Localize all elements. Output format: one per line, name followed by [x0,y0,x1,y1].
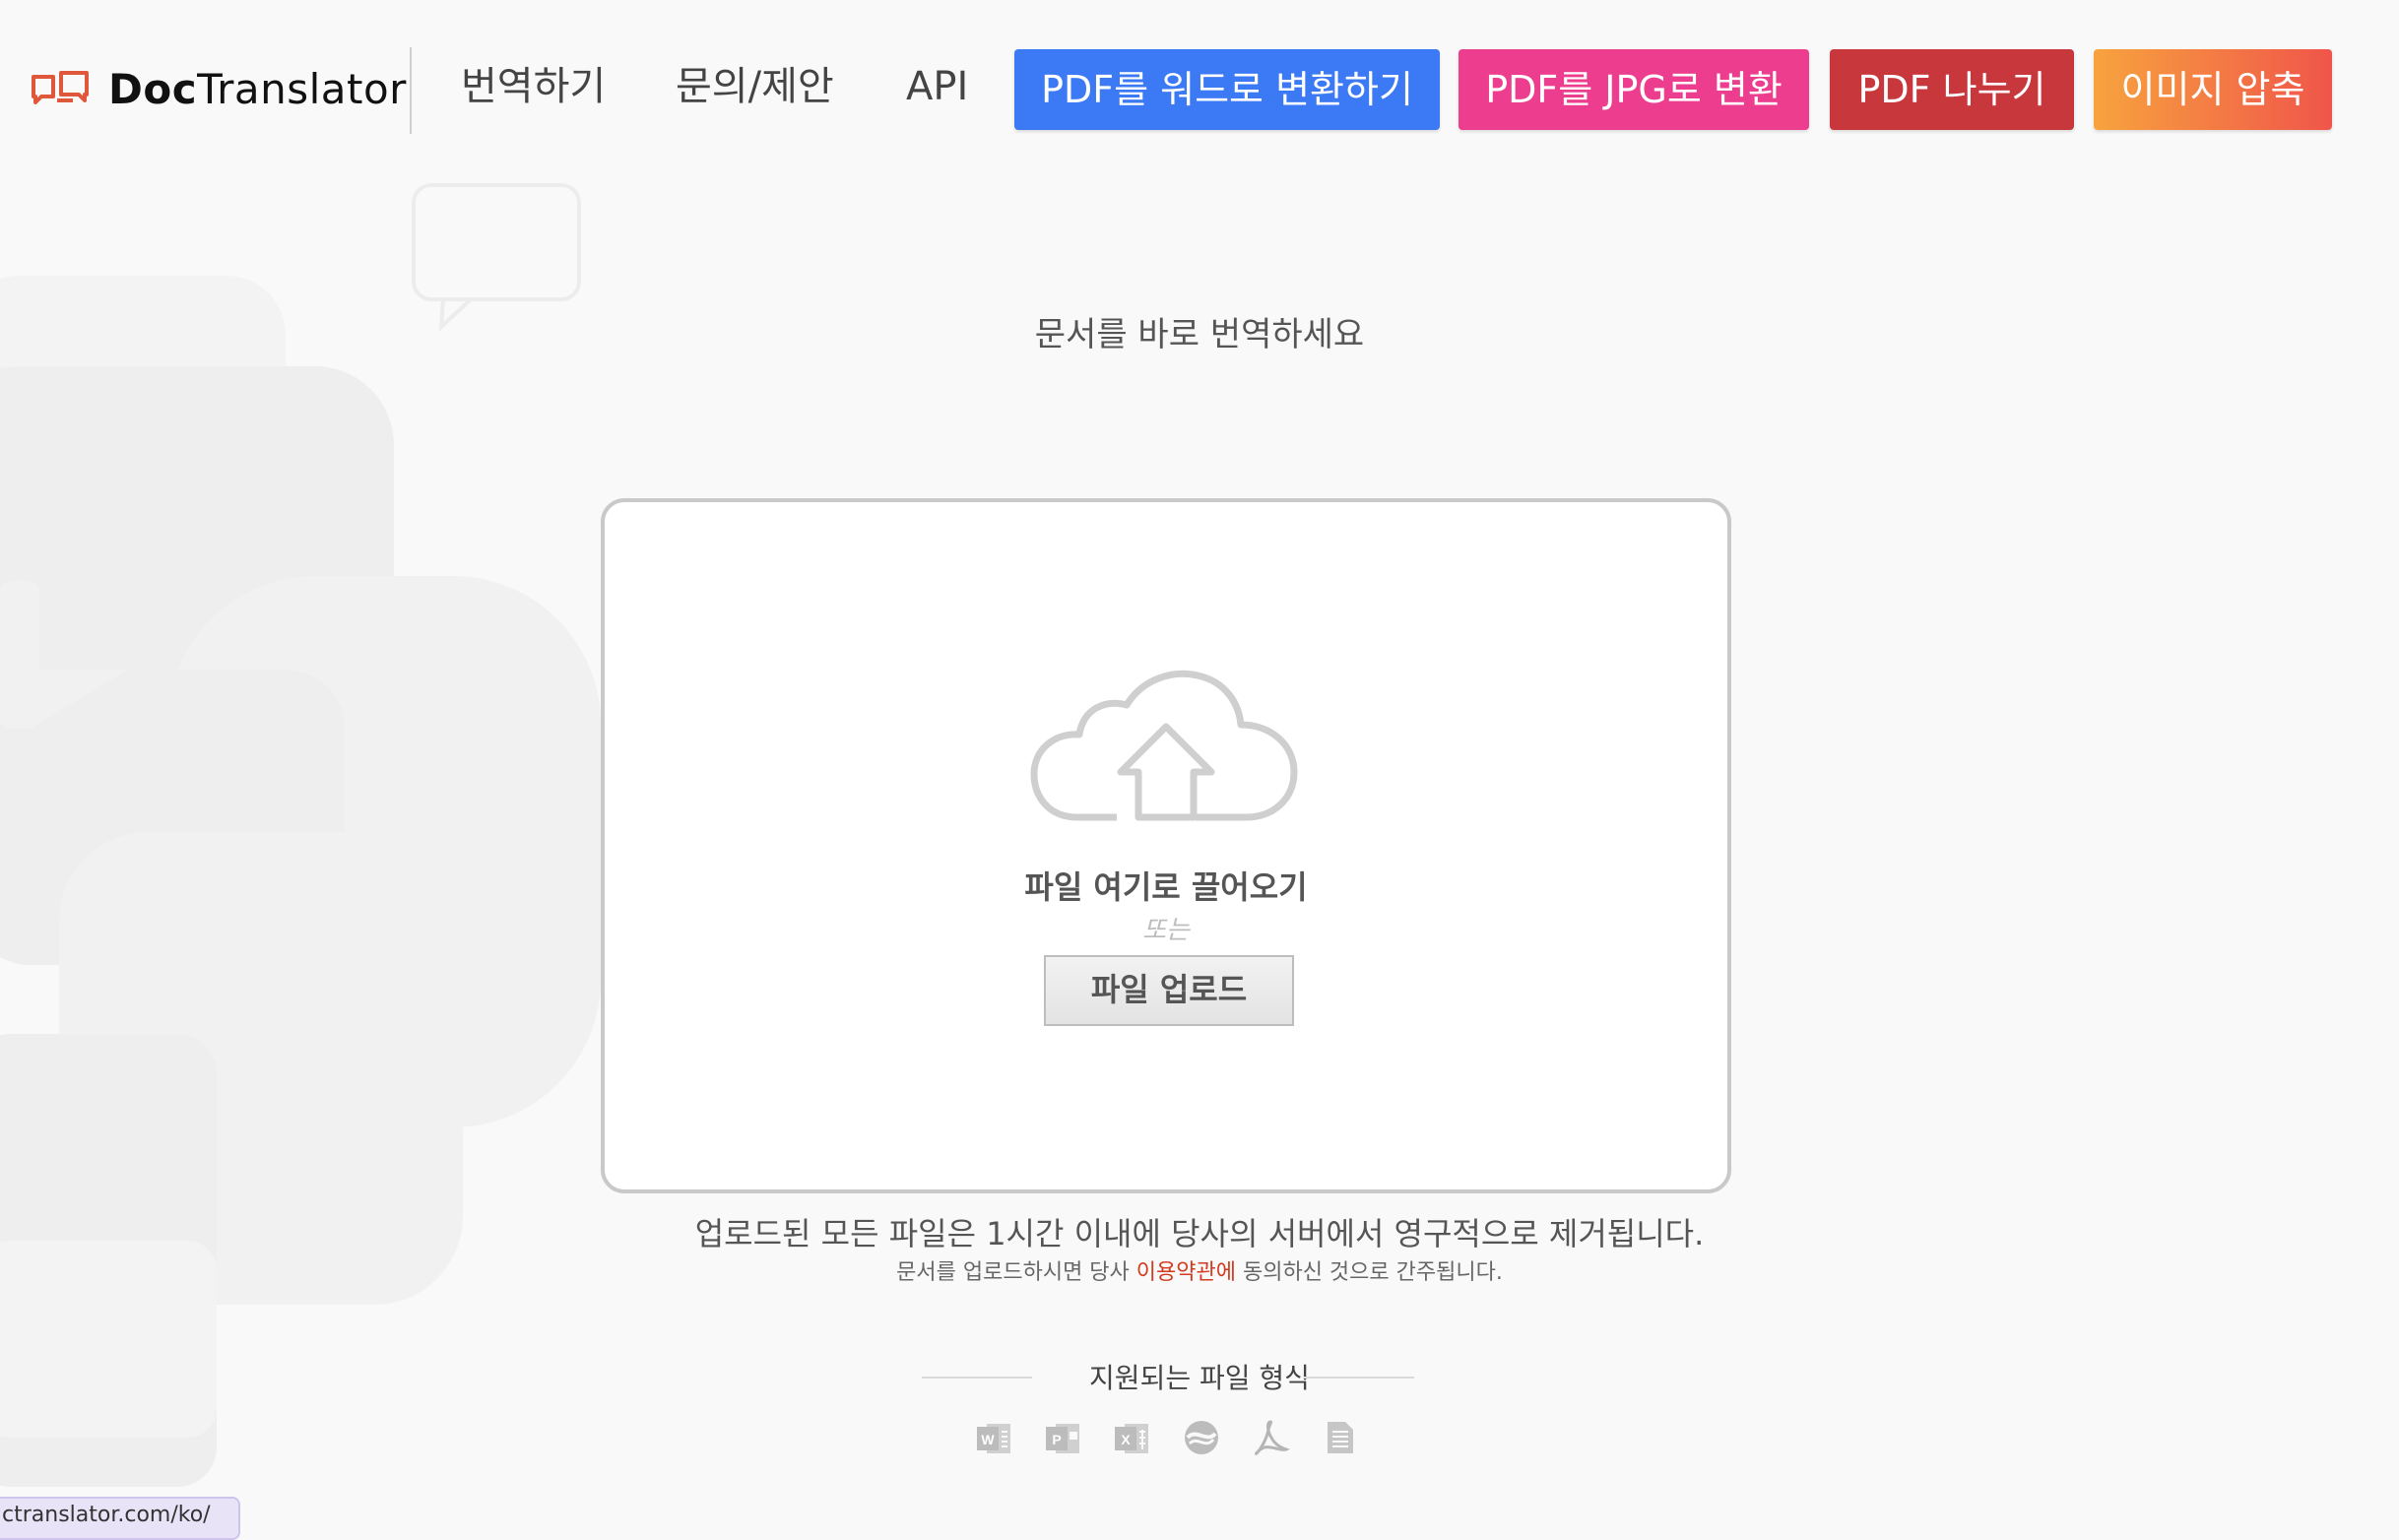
logo-icon [32,71,89,104]
terms-link[interactable]: 이용약관에 [1136,1260,1236,1285]
nav-translate-link[interactable]: 번역하기 [461,59,606,114]
compress-image-button[interactable]: 이미지 압축 [2094,49,2332,130]
text-file-icon [1320,1418,1359,1457]
nav-contact-link[interactable]: 문의/제안 [676,59,834,114]
svg-text:P: P [1052,1432,1061,1447]
file-removal-notice: 업로드된 모든 파일은 1시간 이내에 당사의 서버에서 영구적으로 제거됩니다… [694,1215,1705,1252]
logo-text: DocTranslator [108,64,407,113]
pdf-icon [1251,1418,1290,1457]
pdf-to-jpg-button[interactable]: PDF를 JPG로 변환 [1459,49,1809,130]
svg-text:W: W [981,1432,995,1447]
formats-divider-right [1304,1377,1414,1379]
nav-api-link[interactable]: API [906,59,968,114]
opendocument-icon [1182,1418,1221,1457]
supported-format-icons: W P X [975,1418,1359,1461]
terms-notice: 문서를 업로드하시면 당사 이용약관에 동의하신 것으로 간주됩니다. [896,1260,1503,1285]
cloud-upload-icon [1030,670,1298,821]
doctranslator-logo[interactable]: DocTranslator [30,59,407,118]
split-pdf-button[interactable]: PDF 나누기 [1830,49,2074,130]
page-headline: 문서를 바로 번역하세요 [1034,315,1365,354]
supported-formats-header: 지원되는 파일 형식 [0,1355,2399,1398]
upload-file-button[interactable]: 파일 업로드 [1044,955,1294,1026]
status-url-tooltip: ctranslator.com/ko/ [0,1497,240,1540]
header-divider [410,47,412,134]
top-navigation-bar: DocTranslator 번역하기 문의/제안 API PDF를 워드로 변환… [0,0,2399,177]
file-dropzone[interactable]: 파일 여기로 끌어오기 또는 파일 업로드 [601,498,1731,1193]
excel-icon: X [1113,1418,1152,1457]
dropzone-or-text: 또는 [1142,916,1190,945]
svg-text:X: X [1121,1432,1131,1447]
dropzone-title: 파일 여기로 끌어오기 [1024,868,1308,906]
powerpoint-icon: P [1044,1418,1083,1457]
supported-formats-label: 지원되는 파일 형식 [1089,1362,1310,1394]
pdf-to-word-button[interactable]: PDF를 워드로 변환하기 [1014,49,1440,130]
word-icon: W [975,1418,1014,1457]
